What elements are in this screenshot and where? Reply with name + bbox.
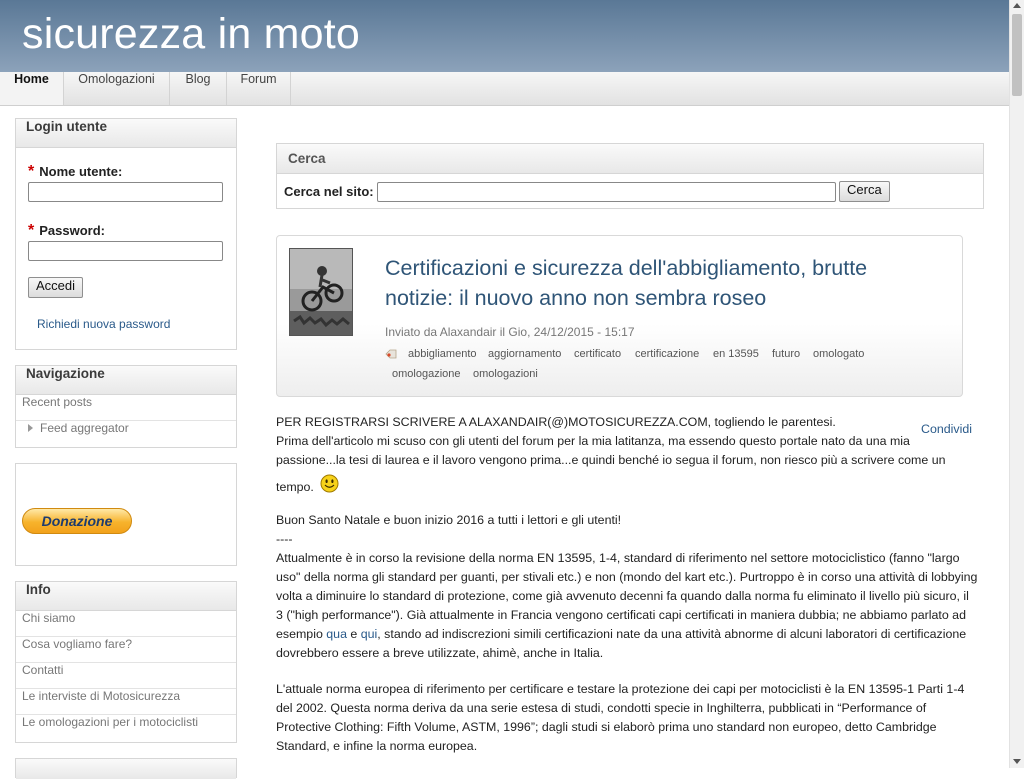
smiley-emoticon-icon xyxy=(320,474,339,493)
search-button[interactable]: Cerca xyxy=(839,181,890,202)
search-label: Cerca nel sito: xyxy=(284,184,374,199)
article-title-line[interactable]: Certificazioni e sicurezza dell'abbiglia… xyxy=(385,253,925,283)
required-marker: * xyxy=(28,222,35,239)
search-input[interactable] xyxy=(377,182,836,202)
info-block: Info Chi siamo Cosa vogliamo fare? Conta… xyxy=(15,581,237,743)
paragraph-line: 3 ("high performance"). Già attualmente … xyxy=(276,608,966,622)
info-link-interviste[interactable]: Le interviste di Motosicurezza xyxy=(16,689,236,715)
scrollbar-thumb[interactable] xyxy=(1012,14,1022,96)
article-title[interactable]: Certificazioni e sicurezza dell'abbiglia… xyxy=(385,253,925,313)
nav-link-recent-posts[interactable]: Recent posts xyxy=(16,395,236,421)
partial-block-title-bar xyxy=(16,759,236,779)
article-teaser: Certificazioni e sicurezza dell'abbiglia… xyxy=(276,235,963,397)
paragraph-text: esempio xyxy=(276,627,327,641)
paragraph-line: volta a diminuire lo standard di protezi… xyxy=(276,589,969,603)
tag-link[interactable]: omologazioni xyxy=(473,368,538,380)
tab-home[interactable]: Home xyxy=(0,72,64,105)
article-byline: Inviato da Alaxandair il Gio, 24/12/2015… xyxy=(385,325,635,339)
donate-button[interactable]: Donazione xyxy=(22,508,132,534)
article-title-line[interactable]: notizie: il nuovo anno non sembra roseo xyxy=(385,283,925,313)
article-paragraph: PER REGISTRARSI SCRIVERE A ALAXANDAIR(@)… xyxy=(276,413,976,497)
nav-link-feed-aggregator[interactable]: Feed aggregator xyxy=(16,421,236,447)
link-qui[interactable]: qui xyxy=(361,627,378,641)
paragraph-line: passione...la tesi di laurea e il lavoro… xyxy=(276,453,946,467)
password-label: * Password: xyxy=(28,222,105,240)
info-link-omologazioni[interactable]: Le omologazioni per i motociclisti xyxy=(16,715,236,741)
paragraph-line: Protective Clothing: Fifth Volume, ASTM,… xyxy=(276,720,937,734)
login-button[interactable]: Accedi xyxy=(28,277,84,298)
info-block-title: Info xyxy=(16,582,236,611)
paragraph-line: del 2002. Questa norma deriva da una ser… xyxy=(276,701,927,715)
tag-link[interactable]: abbigliamento xyxy=(408,348,477,360)
username-label: * Nome utente: xyxy=(28,163,122,181)
tag-icon xyxy=(385,349,397,359)
paragraph-line: PER REGISTRARSI SCRIVERE A ALAXANDAIR(@)… xyxy=(276,415,836,429)
username-input[interactable] xyxy=(28,182,223,202)
paragraph-text: e xyxy=(346,627,361,641)
paragraph-line: ---- xyxy=(276,532,293,546)
paragraph-line: esempio qua e qui, stando ad indiscrezio… xyxy=(276,625,976,644)
tag-link[interactable]: omologato xyxy=(813,348,864,360)
paragraph-line-text: tempo. xyxy=(276,480,314,494)
scroll-up-arrow-icon[interactable] xyxy=(1013,3,1021,8)
article-paragraph: L'attuale norma europea di riferimento p… xyxy=(276,680,976,756)
motorcycle-jump-photo-icon xyxy=(290,249,352,335)
scroll-down-arrow-icon[interactable] xyxy=(1013,759,1021,764)
navigation-block: Navigazione Recent posts Feed aggregator xyxy=(15,365,237,448)
paragraph-line: dovrebbero essere a breve utilizzate, ah… xyxy=(276,646,604,660)
site-name[interactable]: sicurezza in moto xyxy=(22,10,360,59)
article-paragraph: Buon Santo Natale e buon inizio 2016 a t… xyxy=(276,511,978,663)
tag-link[interactable]: certificazione xyxy=(635,348,699,360)
paragraph-line: uso" della norma gli standard per guanti… xyxy=(276,570,978,584)
paragraph-line: Buon Santo Natale e buon inizio 2016 a t… xyxy=(276,513,622,527)
paragraph-line: Attualmente è in corso la revisione dell… xyxy=(276,551,960,565)
link-qua[interactable]: qua xyxy=(326,627,347,641)
info-link-chi-siamo[interactable]: Chi siamo xyxy=(16,611,236,637)
collapsed-arrow-icon xyxy=(28,424,33,432)
tag-link[interactable]: en 13595 xyxy=(713,348,759,360)
site-header: sicurezza in moto xyxy=(0,0,1009,72)
nav-link-feed-aggregator-label: Feed aggregator xyxy=(40,421,129,435)
login-block: Login utente * Nome utente: * Password: Ac… xyxy=(15,118,237,350)
navigation-block-title: Navigazione xyxy=(16,366,236,395)
donate-block: Donazione xyxy=(15,463,237,566)
tag-link[interactable]: certificato xyxy=(574,348,621,360)
tag-link[interactable]: omologazione xyxy=(392,368,461,380)
article-thumbnail[interactable] xyxy=(289,248,353,336)
request-new-password-link[interactable]: Richiedi nuova password xyxy=(37,317,170,331)
required-marker: * xyxy=(28,163,35,180)
paragraph-line: L'attuale norma europea di riferimento p… xyxy=(276,682,965,696)
info-link-cosa-vogliamo-fare[interactable]: Cosa vogliamo fare? xyxy=(16,637,236,663)
paragraph-line: Prima dell'articolo mi scuso con gli ute… xyxy=(276,434,910,448)
tag-link[interactable]: aggiornamento xyxy=(488,348,561,360)
main-menu: Home Omologazioni Blog Forum xyxy=(0,72,1009,106)
paragraph-text: , stando ad indiscrezioni simili certifi… xyxy=(377,627,967,641)
page-scrollbar[interactable] xyxy=(1009,0,1024,768)
tab-omologazioni[interactable]: Omologazioni xyxy=(64,72,170,105)
sidebar-block-partial xyxy=(15,758,237,779)
paragraph-line: tempo. xyxy=(276,474,976,497)
search-block: Cerca Cerca nel sito: Cerca xyxy=(276,143,984,209)
login-block-title: Login utente xyxy=(16,119,236,148)
info-link-contatti[interactable]: Contatti xyxy=(16,663,236,689)
tab-forum[interactable]: Forum xyxy=(227,72,291,105)
search-block-title: Cerca xyxy=(277,144,983,174)
tag-link[interactable]: futuro xyxy=(772,348,800,360)
password-label-text: Password: xyxy=(39,223,105,238)
username-label-text: Nome utente: xyxy=(39,164,123,179)
tab-blog[interactable]: Blog xyxy=(170,72,227,105)
paragraph-line: Standard, e infine la norma europea. xyxy=(276,739,478,753)
password-input[interactable] xyxy=(28,241,223,261)
